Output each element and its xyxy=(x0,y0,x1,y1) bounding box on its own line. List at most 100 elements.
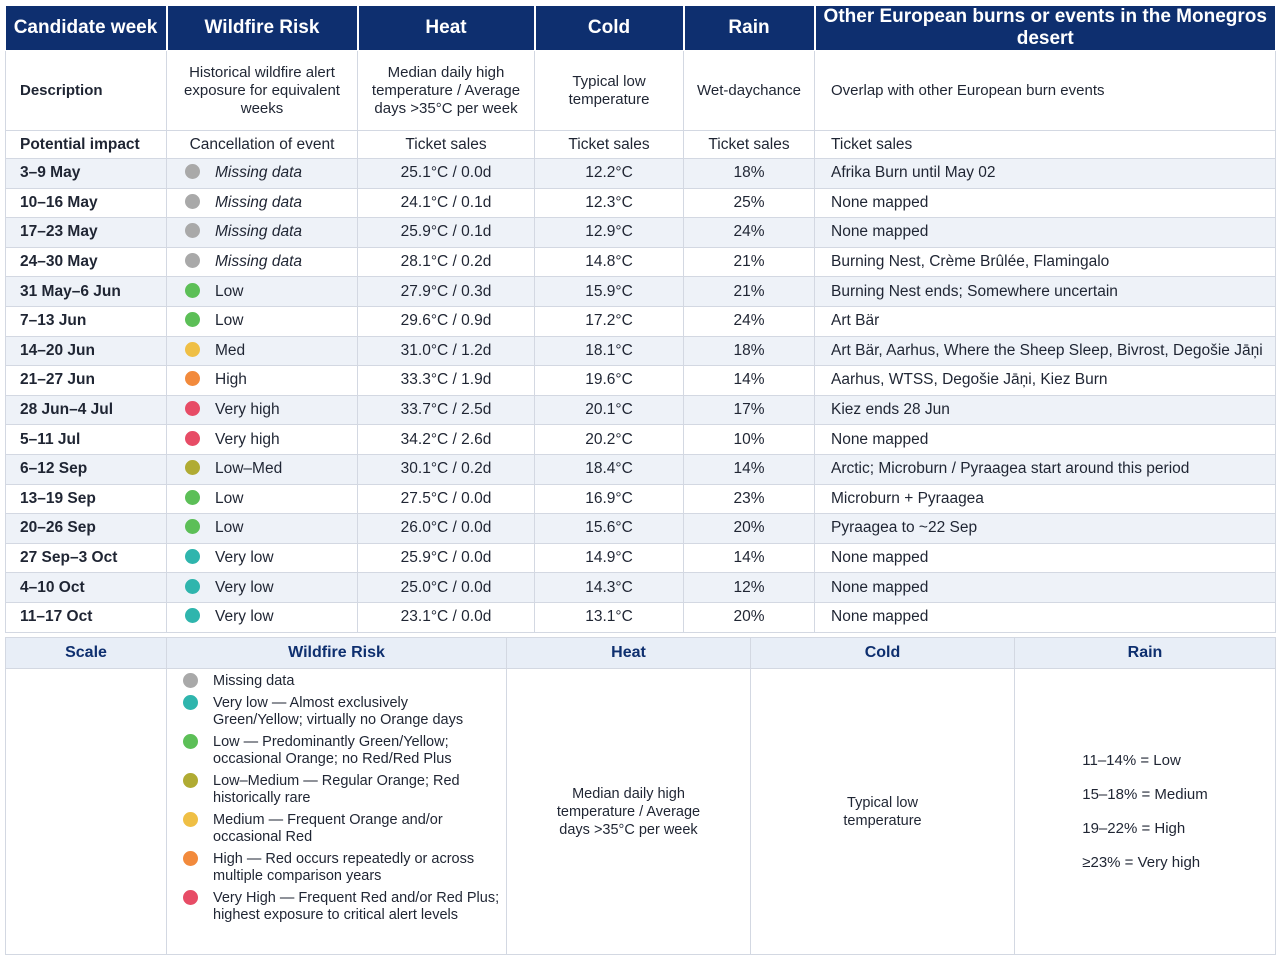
legend-dot-icon xyxy=(183,812,198,827)
other-events-cell: Aarhus, WTSS, Degošie Jāņi, Kiez Burn xyxy=(814,365,1276,396)
wildfire-risk-cell: Low–Med xyxy=(166,453,358,485)
risk-dot-icon xyxy=(185,371,200,387)
rain-scale-list: 11–14% = Low 15–18% = Medium 19–22% = High… xyxy=(1082,744,1208,880)
risk-label: Very low xyxy=(215,608,274,626)
legend-item: Very High — Frequent Red and/or Red Plus… xyxy=(168,890,506,924)
header-row: Candidate week Wildfire Risk Heat Cold R… xyxy=(5,5,1276,51)
wildfire-risk-cell: Very low xyxy=(166,601,358,633)
description-row: Description Historical wildfire alert ex… xyxy=(5,50,1276,131)
scale-row: Missing data Very low — Almost exclusivel… xyxy=(5,668,1276,955)
week-cell: 17–23 May xyxy=(5,217,167,248)
heat-cell: 34.2°C / 2.6d xyxy=(357,424,535,455)
cold-cell: 19.6°C xyxy=(534,365,684,396)
legend-dot-icon xyxy=(183,695,198,710)
cold-cell: 18.1°C xyxy=(534,335,684,367)
cold-cell: 20.1°C xyxy=(534,394,684,426)
table-row: 11–17 Oct Very low 23.1°C / 0.0d 13.1°C 20% N… xyxy=(5,601,1276,633)
risk-label: Very high xyxy=(215,401,280,419)
table-row: 10–16 May Missing data 24.1°C / 0.1d 12.3°C… xyxy=(5,187,1276,219)
scale-header-row: Scale Wildfire Risk Heat Cold Rain xyxy=(5,637,1276,669)
description-cold: Typical low temperature xyxy=(534,50,684,131)
rain-cell: 18% xyxy=(683,335,815,367)
risk-label: Very high xyxy=(215,430,280,448)
legend-dot-icon xyxy=(183,734,198,749)
cold-cell: 14.3°C xyxy=(534,572,684,603)
scale-header-cold: Cold xyxy=(750,637,1015,669)
wildfire-risk-cell: Low xyxy=(166,276,358,307)
other-events-cell: Microburn + Pyraagea xyxy=(814,483,1276,515)
legend-text: High — Red occurs repeatedly or across m… xyxy=(213,851,475,884)
other-events-cell: Burning Nest ends; Somewhere uncertain xyxy=(814,276,1276,307)
heat-cell: 28.1°C / 0.2d xyxy=(357,246,535,278)
week-cell: 4–10 Oct xyxy=(5,572,167,603)
impact-wildfire: Cancellation of event xyxy=(166,130,358,159)
rain-cell: 14% xyxy=(683,453,815,485)
legend-item: Very low — Almost exclusively Green/Yell… xyxy=(168,695,506,729)
description-other: Overlap with other European burn events xyxy=(814,50,1276,131)
description-label: Description xyxy=(5,50,167,131)
table-row: 5–11 Jul Very high 34.2°C / 2.6d 20.2°C 10% N… xyxy=(5,424,1276,455)
heat-cell: 27.5°C / 0.0d xyxy=(357,483,535,515)
week-cell: 20–26 Sep xyxy=(5,513,167,544)
impact-heat: Ticket sales xyxy=(357,130,535,159)
risk-label: High xyxy=(215,371,247,389)
risk-dot-icon xyxy=(185,401,200,417)
col-header-week: Candidate week xyxy=(5,5,167,51)
scale-empty-cell xyxy=(5,668,167,955)
heat-cell: 33.7°C / 2.5d xyxy=(357,394,535,426)
week-cell: 24–30 May xyxy=(5,246,167,278)
rain-scale-item: 19–22% = High xyxy=(1082,819,1186,837)
col-header-heat: Heat xyxy=(356,5,535,51)
risk-dot-icon xyxy=(185,193,200,209)
rain-cell: 20% xyxy=(683,513,815,544)
scale-rain: 11–14% = Low 15–18% = Medium 19–22% = High… xyxy=(1014,668,1276,955)
other-events-cell: Art Bär, Aarhus, Where the Sheep Sleep, … xyxy=(814,335,1276,367)
risk-label: Missing data xyxy=(215,253,303,271)
impact-label: Potential impact xyxy=(5,130,167,159)
risk-dot-icon xyxy=(185,489,200,505)
legend-dot-icon xyxy=(183,773,198,788)
legend-item: High — Red occurs repeatedly or across m… xyxy=(168,851,506,885)
cold-cell: 16.9°C xyxy=(534,483,684,515)
legend-item: Low–Medium — Regular Orange; Red histori… xyxy=(168,773,506,807)
impact-row: Potential impact Cancellation of event T… xyxy=(5,130,1276,159)
risk-label: Med xyxy=(215,341,246,359)
legend-dot-icon xyxy=(183,673,198,688)
rain-cell: 12% xyxy=(683,572,815,603)
scale-header-heat: Heat xyxy=(506,637,751,669)
legend-item: Low — Predominantly Green/Yellow; occasi… xyxy=(168,734,506,768)
week-cell: 14–20 Jun xyxy=(5,335,167,367)
wildfire-risk-cell: Low xyxy=(166,513,358,544)
col-header-other: Other European burns or events in the Mo… xyxy=(813,5,1276,51)
rain-cell: 10% xyxy=(683,424,815,455)
other-events-cell: Burning Nest, Crème Brûlée, Flamingalo xyxy=(814,246,1276,278)
week-cell: 5–11 Jul xyxy=(5,424,167,455)
rain-cell: 18% xyxy=(683,158,815,189)
table-row: 4–10 Oct Very low 25.0°C / 0.0d 14.3°C 12% No… xyxy=(5,572,1276,603)
other-events-cell: None mapped xyxy=(814,217,1276,248)
legend-text: Low–Medium — Regular Orange; Red histori… xyxy=(213,773,460,806)
other-events-cell: None mapped xyxy=(814,542,1276,574)
risk-label: Low xyxy=(215,282,244,300)
risk-label: Missing data xyxy=(215,223,303,241)
rain-cell: 14% xyxy=(683,365,815,396)
heat-cell: 25.9°C / 0.0d xyxy=(357,542,535,574)
other-events-cell: None mapped xyxy=(814,572,1276,603)
legend-text: Low — Predominantly Green/Yellow; occasi… xyxy=(213,734,452,767)
risk-dot-icon xyxy=(185,164,200,180)
rain-cell: 23% xyxy=(683,483,815,515)
table-row: 13–19 Sep Low 27.5°C / 0.0d 16.9°C 23% Microb… xyxy=(5,483,1276,515)
wildfire-risk-cell: Very high xyxy=(166,394,358,426)
cold-cell: 12.3°C xyxy=(534,187,684,219)
rain-scale-item: 15–18% = Medium xyxy=(1082,785,1208,803)
risk-dot-icon xyxy=(185,312,200,328)
heat-cell: 33.3°C / 1.9d xyxy=(357,365,535,396)
rain-cell: 24% xyxy=(683,305,815,337)
other-events-cell: Kiez ends 28 Jun xyxy=(814,394,1276,426)
legend-dot-icon xyxy=(183,851,198,866)
wildfire-risk-cell: Med xyxy=(166,335,358,367)
rain-scale-item: 11–14% = Low xyxy=(1082,751,1181,769)
candidate-weeks-table: Candidate week Wildfire Risk Heat Cold R… xyxy=(5,5,1276,633)
other-events-cell: None mapped xyxy=(814,424,1276,455)
rain-cell: 20% xyxy=(683,601,815,633)
